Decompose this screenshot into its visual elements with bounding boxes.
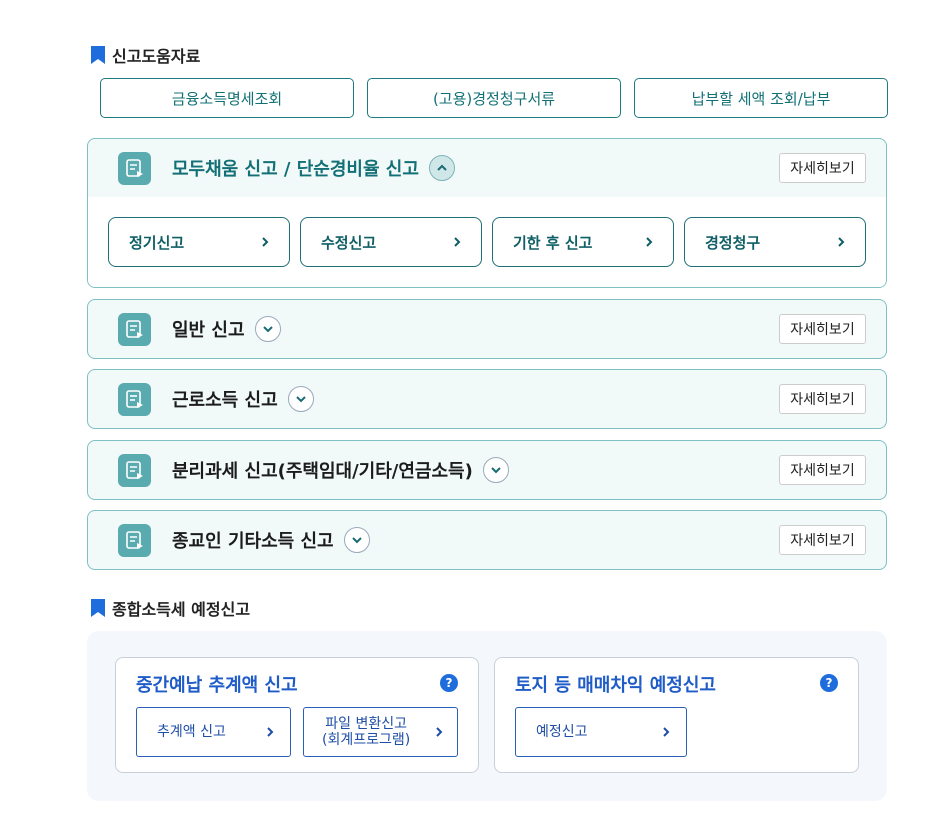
file-conversion-filing-button[interactable]: 파일 변환신고 (회계프로그램) bbox=[303, 707, 458, 757]
accordion-header[interactable]: 근로소득 신고 자세히보기 bbox=[88, 370, 886, 428]
sub-button-label: 수정신고 bbox=[321, 233, 377, 252]
regular-filing-button[interactable]: 정기신고 bbox=[108, 217, 290, 267]
estimated-amount-filing-button[interactable]: 추계액 신고 bbox=[136, 707, 291, 757]
help-question-icon[interactable]: ? bbox=[820, 674, 838, 692]
late-filing-button[interactable]: 기한 후 신고 bbox=[492, 217, 674, 267]
detail-button[interactable]: 자세히보기 bbox=[779, 384, 866, 414]
estimate-section-title-text: 종합소득세 예정신고 bbox=[112, 600, 251, 619]
preliminary-filing-button[interactable]: 예정신고 bbox=[515, 707, 687, 757]
accordion-religious-income-filing: 종교인 기타소득 신고 자세히보기 bbox=[87, 510, 887, 570]
help-question-icon[interactable]: ? bbox=[440, 674, 458, 692]
accordion-separate-taxation-filing: 분리과세 신고(주택임대/기타/연금소득) 자세히보기 bbox=[87, 440, 887, 500]
correction-claim-documents-button[interactable]: (고용)경정청구서류 bbox=[367, 78, 621, 118]
chevron-down-icon[interactable] bbox=[254, 316, 281, 342]
accordion-title: 근로소득 신고 bbox=[172, 390, 278, 411]
card-button-label: 파일 변환신고 (회계프로그램) bbox=[322, 716, 410, 748]
sub-button-label: 기한 후 신고 bbox=[513, 233, 593, 252]
detail-button[interactable]: 자세히보기 bbox=[779, 314, 866, 344]
card-title: 중간예납 추계액 신고 bbox=[136, 675, 298, 696]
sub-button-label: 경정청구 bbox=[705, 233, 761, 252]
amended-filing-button[interactable]: 수정신고 bbox=[300, 217, 482, 267]
card-title: 토지 등 매매차익 예정신고 bbox=[515, 675, 716, 696]
accordion-title: 분리과세 신고(주택임대/기타/연금소득) bbox=[172, 461, 473, 482]
interim-prepayment-card: 중간예납 추계액 신고 ? 추계액 신고 파일 변환신고 (회계프로그램) bbox=[115, 657, 479, 773]
help-section-title-text: 신고도움자료 bbox=[112, 47, 201, 66]
document-icon bbox=[118, 151, 151, 185]
card-button-line2: (회계프로그램) bbox=[322, 732, 411, 748]
accordion-earned-income-filing: 근로소득 신고 자세히보기 bbox=[87, 369, 887, 429]
chevron-right-icon bbox=[436, 727, 443, 737]
document-icon bbox=[118, 312, 151, 346]
land-trading-gain-card: 토지 등 매매차익 예정신고 ? 예정신고 bbox=[494, 657, 859, 773]
accordion-header[interactable]: 모두채움 신고 / 단순경비율 신고 자세히보기 bbox=[88, 139, 886, 197]
tax-payment-lookup-button[interactable]: 납부할 세액 조회/납부 bbox=[634, 78, 888, 118]
accordion-header[interactable]: 분리과세 신고(주택임대/기타/연금소득) 자세히보기 bbox=[88, 441, 886, 499]
card-button-line1: 파일 변환신고 bbox=[325, 715, 407, 732]
document-icon bbox=[118, 523, 151, 557]
estimate-filing-panel: 중간예납 추계액 신고 ? 추계액 신고 파일 변환신고 (회계프로그램) 토지… bbox=[87, 631, 887, 801]
chevron-right-icon bbox=[663, 727, 670, 737]
accordion-header[interactable]: 일반 신고 자세히보기 bbox=[88, 300, 886, 358]
chevron-right-icon bbox=[838, 237, 845, 247]
accordion-header[interactable]: 종교인 기타소득 신고 자세히보기 bbox=[88, 511, 886, 569]
chevron-right-icon bbox=[267, 727, 274, 737]
help-button-row: 금융소득명세조회 (고용)경정청구서류 납부할 세액 조회/납부 bbox=[100, 78, 888, 118]
chevron-right-icon bbox=[454, 237, 461, 247]
detail-button[interactable]: 자세히보기 bbox=[779, 525, 866, 555]
chevron-down-icon[interactable] bbox=[287, 386, 314, 412]
financial-income-lookup-button[interactable]: 금융소득명세조회 bbox=[100, 78, 354, 118]
chevron-up-icon[interactable] bbox=[428, 155, 455, 181]
chevron-down-icon[interactable] bbox=[482, 457, 509, 483]
sub-button-label: 정기신고 bbox=[129, 233, 185, 252]
card-button-label: 추계액 신고 bbox=[157, 723, 226, 740]
document-icon bbox=[118, 382, 151, 416]
accordion-body: 정기신고 수정신고 기한 후 신고 경정청구 bbox=[88, 197, 886, 287]
detail-button[interactable]: 자세히보기 bbox=[779, 455, 866, 485]
bookmark-icon bbox=[91, 46, 105, 64]
chevron-right-icon bbox=[646, 237, 653, 247]
accordion-general-filing: 일반 신고 자세히보기 bbox=[87, 299, 887, 359]
accordion-title: 모두채움 신고 / 단순경비율 신고 bbox=[172, 159, 419, 180]
document-icon bbox=[118, 453, 151, 487]
estimate-section-title: 종합소득세 예정신고 bbox=[91, 596, 250, 620]
chevron-down-icon[interactable] bbox=[343, 527, 370, 553]
accordion-simple-filing: 모두채움 신고 / 단순경비율 신고 자세히보기 정기신고 수정신고 기한 후 … bbox=[87, 138, 887, 288]
accordion-title: 일반 신고 bbox=[172, 320, 245, 341]
bookmark-icon bbox=[91, 599, 105, 617]
detail-button[interactable]: 자세히보기 bbox=[779, 153, 866, 183]
card-button-label: 예정신고 bbox=[536, 723, 588, 740]
chevron-right-icon bbox=[262, 237, 269, 247]
help-section-title: 신고도움자료 bbox=[91, 43, 200, 67]
correction-claim-button[interactable]: 경정청구 bbox=[684, 217, 866, 267]
accordion-title: 종교인 기타소득 신고 bbox=[172, 531, 334, 552]
